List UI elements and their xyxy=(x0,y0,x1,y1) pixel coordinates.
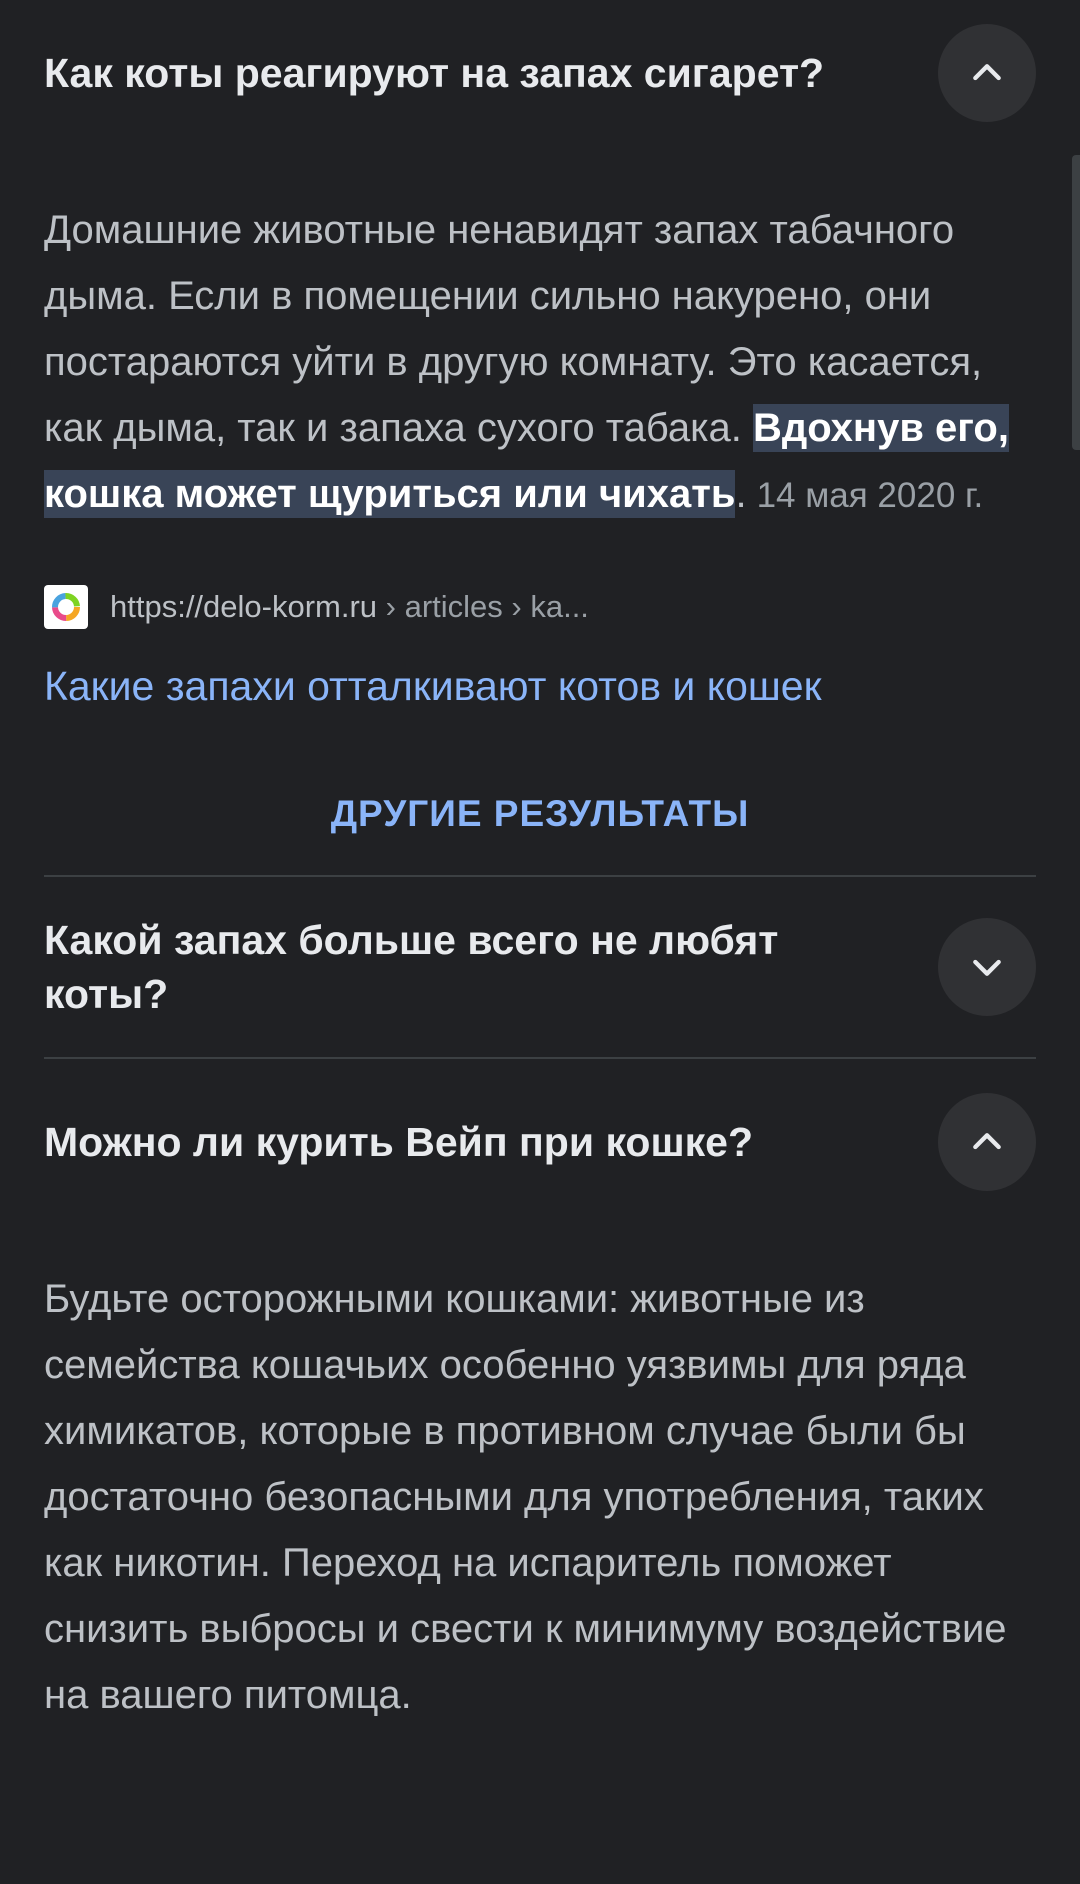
faq-question-row[interactable]: Как коты реагируют на запах сигарет? xyxy=(44,0,1036,122)
more-results-button[interactable]: ДРУГИЕ РЕЗУЛЬТАТЫ xyxy=(44,793,1036,835)
source-url: https://delo-korm.ru › articles › ka... xyxy=(110,589,589,625)
faq-answer: Домашние животные ненавидят запах табачн… xyxy=(44,197,1036,529)
chevron-down-icon xyxy=(973,959,1001,976)
faq-question: Какой запах больше всего не любят коты? xyxy=(44,917,779,1017)
expand-button[interactable] xyxy=(938,918,1036,1016)
scrollbar[interactable] xyxy=(1072,155,1080,450)
source-row[interactable]: https://delo-korm.ru › articles › ka... xyxy=(44,585,1036,629)
answer-tail: . xyxy=(735,472,747,516)
chevron-up-icon xyxy=(973,64,1001,81)
chevron-up-icon xyxy=(973,1133,1001,1150)
site-favicon-icon xyxy=(44,585,88,629)
search-results-page: Как коты реагируют на запах сигарет? Дом… xyxy=(0,0,1080,1884)
faq-question-row[interactable]: Какой запах больше всего не любят коты? xyxy=(44,877,1036,1057)
source-domain: https://delo-korm.ru xyxy=(110,589,378,624)
result-title-link[interactable]: Какие запахи отталкивают котов и кошек xyxy=(44,659,1036,713)
answer-text: Будьте осторожными кошками: животные из … xyxy=(44,1277,1007,1717)
faq-question: Как коты реагируют на запах сигарет? xyxy=(44,50,825,96)
source-breadcrumbs: › articles › ka... xyxy=(377,589,589,624)
faq-question: Можно ли курить Вейп при кошке? xyxy=(44,1119,754,1165)
faq-answer: Будьте осторожными кошками: животные из … xyxy=(44,1266,1036,1728)
answer-date: 14 мая 2020 г. xyxy=(756,476,984,515)
faq-question-row[interactable]: Можно ли курить Вейп при кошке? xyxy=(44,1059,1036,1191)
collapse-button[interactable] xyxy=(938,24,1036,122)
collapse-button[interactable] xyxy=(938,1093,1036,1191)
